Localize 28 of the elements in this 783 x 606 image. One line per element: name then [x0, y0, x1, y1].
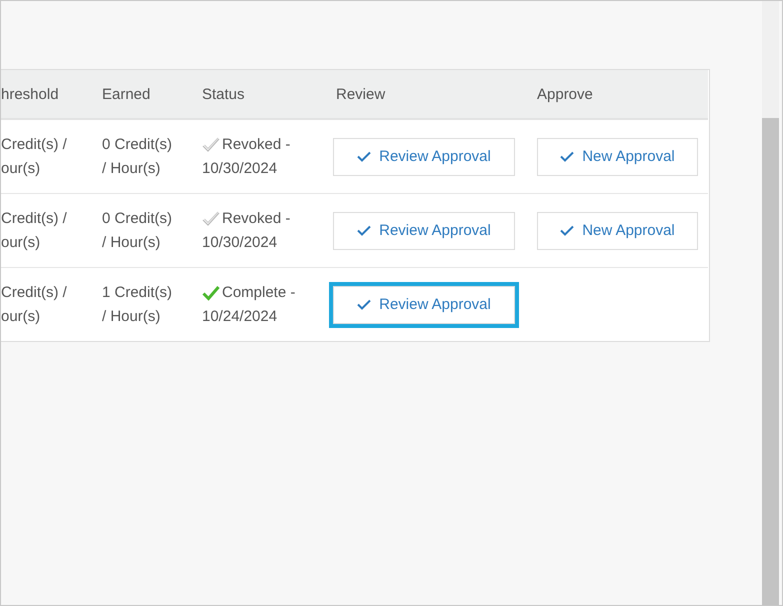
new-approval-button[interactable]: New Approval	[537, 212, 698, 250]
status-cell-text: Revoked - 10/30/2024	[202, 208, 290, 252]
table-cell-text: Credit(s) / our(s)	[1, 282, 67, 326]
check-icon	[202, 284, 220, 300]
column-header: hreshold	[1, 86, 59, 102]
column-header: Review	[336, 86, 386, 102]
table-cell-text: Credit(s) / our(s)	[1, 208, 67, 252]
status-cell-text: Complete - 10/24/2024	[202, 282, 296, 326]
column-header: Earned	[102, 86, 150, 102]
table-cell-text: 0 Credit(s) / Hour(s)	[102, 208, 172, 252]
scrollbar[interactable]	[762, 1, 779, 605]
column-header: Status	[202, 86, 245, 102]
table-cell-text: Credit(s) / our(s)	[1, 134, 67, 178]
new-approval-button[interactable]: New Approval	[537, 138, 698, 176]
check-icon	[560, 151, 574, 162]
check-outline-icon	[202, 210, 220, 226]
check-icon	[357, 151, 372, 162]
check-icon	[357, 299, 372, 310]
table-cell-text: 1 Credit(s) / Hour(s)	[102, 282, 172, 326]
check-outline-icon	[202, 136, 220, 152]
status-cell-text: Revoked - 10/30/2024	[202, 134, 290, 178]
column-header: Approve	[537, 86, 593, 102]
review-approval-button[interactable]: Review Approval	[333, 212, 515, 250]
check-icon	[357, 225, 372, 236]
check-icon	[560, 225, 574, 236]
review-approval-button[interactable]: Review Approval	[333, 286, 515, 324]
table-cell-text: 0 Credit(s) / Hour(s)	[102, 134, 172, 178]
review-approval-button[interactable]: Review Approval	[333, 138, 515, 176]
